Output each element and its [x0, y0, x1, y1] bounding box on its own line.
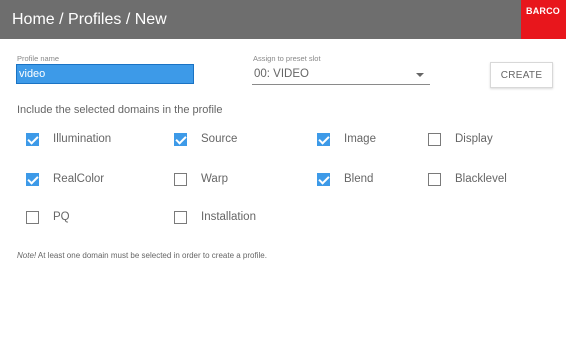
domain-label: Illumination — [53, 133, 112, 145]
note-prefix: Note! — [17, 251, 37, 260]
domain-label: Source — [201, 133, 238, 145]
domain-label: RealColor — [53, 173, 105, 185]
create-button[interactable]: CREATE — [490, 62, 553, 88]
domain-label: PQ — [53, 211, 70, 223]
app-header: Home / Profiles / New BARCO — [0, 0, 566, 39]
checkbox-source[interactable] — [174, 133, 187, 146]
preset-slot-value: 00: VIDEO — [254, 68, 309, 80]
domain-label: Blend — [344, 173, 374, 185]
domains-title: Include the selected domains in the prof… — [17, 104, 223, 116]
logo-text: BARCO — [526, 6, 560, 16]
breadcrumb: Home / Profiles / New — [12, 11, 167, 28]
preset-slot-label: Assign to preset slot — [253, 54, 321, 63]
checkbox-image[interactable] — [317, 133, 330, 146]
barco-logo: BARCO — [521, 0, 566, 39]
domain-label: Warp — [201, 173, 229, 185]
checkbox-pq[interactable] — [26, 211, 39, 224]
note-text: Note! At least one domain must be select… — [17, 251, 267, 260]
checkbox-warp[interactable] — [174, 173, 187, 186]
note-body: At least one domain must be selected in … — [36, 251, 267, 260]
checkbox-display[interactable] — [428, 133, 441, 146]
checkbox-blacklevel[interactable] — [428, 173, 441, 186]
profile-name-input[interactable] — [16, 64, 194, 84]
domain-label: Blacklevel — [455, 173, 507, 185]
profile-name-label: Profile name — [17, 54, 60, 63]
domain-label: Display — [455, 133, 493, 145]
checkbox-illumination[interactable] — [26, 133, 39, 146]
checkbox-realcolor[interactable] — [26, 173, 39, 186]
preset-slot-select[interactable]: 00: VIDEO — [252, 64, 430, 85]
checkbox-installation[interactable] — [174, 211, 187, 224]
domain-label: Image — [344, 133, 376, 145]
domain-label: Installation — [201, 211, 256, 223]
checkbox-blend[interactable] — [317, 173, 330, 186]
chevron-down-icon — [416, 73, 424, 77]
